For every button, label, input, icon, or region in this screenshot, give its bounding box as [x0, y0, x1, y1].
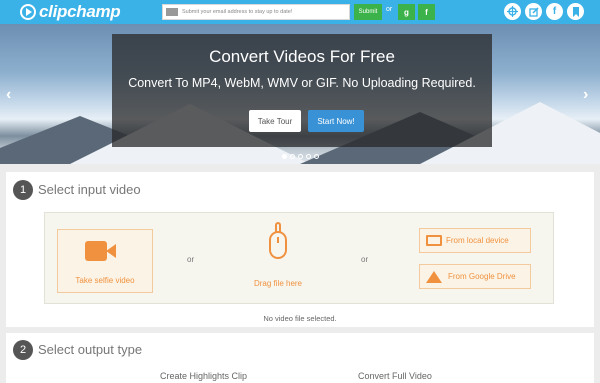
hero-overlay: Convert Videos For Free Convert To MP4, …: [112, 34, 492, 147]
clipchamp-logo[interactable]: clipchamp: [20, 2, 121, 22]
bookmark-icon[interactable]: [567, 3, 584, 20]
highlights-clip-option[interactable]: Create Highlights Clip: [160, 371, 247, 381]
google-signup-button[interactable]: g: [398, 4, 415, 20]
folder-icon: [426, 235, 442, 246]
video-camera-icon: [85, 241, 116, 261]
play-icon: [20, 4, 36, 20]
carousel-dot[interactable]: [306, 154, 311, 159]
carousel-next-icon[interactable]: ›: [583, 86, 588, 104]
file-status: No video file selected.: [263, 314, 337, 323]
selfie-label: Take selfie video: [75, 276, 135, 285]
step-number: 2: [13, 340, 33, 360]
step-title: Select output type: [38, 342, 143, 357]
facebook-icon[interactable]: f: [546, 3, 563, 20]
local-device-button[interactable]: From local device: [419, 228, 531, 253]
mail-icon: [166, 8, 178, 16]
logo-text: clipchamp: [39, 2, 121, 21]
or-label: or: [386, 6, 393, 13]
select-output-panel: 2 Select output type Create Highlights C…: [6, 333, 594, 383]
hero-subtitle: Convert To MP4, WebM, WMV or GIF. No Upl…: [128, 76, 476, 90]
carousel-dot[interactable]: [298, 154, 303, 159]
carousel-prev-icon[interactable]: ‹: [6, 86, 11, 104]
carousel-dot[interactable]: [282, 154, 287, 159]
google-drive-label: From Google Drive: [448, 272, 516, 281]
full-video-option[interactable]: Convert Full Video: [358, 371, 432, 381]
carousel-dot[interactable]: [290, 154, 295, 159]
drag-file-label: Drag file here: [253, 279, 303, 288]
carousel-dot[interactable]: [314, 154, 319, 159]
local-device-label: From local device: [446, 236, 509, 245]
or-label: or: [361, 255, 369, 264]
or-label: or: [187, 255, 195, 264]
select-input-panel: 1 Select input video Take selfie video o…: [6, 172, 594, 327]
carousel-indicators: [282, 154, 319, 159]
facebook-signup-button[interactable]: f: [418, 4, 435, 20]
newsletter-form: [162, 4, 350, 20]
google-drive-icon: [426, 270, 442, 283]
edit-icon[interactable]: [525, 3, 542, 20]
input-dropzone[interactable]: Take selfie video or Drag file here or F…: [44, 212, 554, 304]
take-tour-button[interactable]: Take Tour: [249, 110, 301, 132]
hero-carousel: Convert Videos For Free Convert To MP4, …: [0, 24, 600, 164]
google-drive-button[interactable]: From Google Drive: [419, 264, 531, 289]
step-number: 1: [13, 180, 33, 200]
mouse-icon: [269, 231, 287, 259]
crosshair-icon[interactable]: [504, 3, 521, 20]
email-input[interactable]: [182, 9, 342, 15]
step-title: Select input video: [38, 182, 141, 197]
hero-title: Convert Videos For Free: [209, 47, 395, 66]
top-navbar: clipchamp Submit or g f f: [0, 0, 600, 24]
take-selfie-button[interactable]: Take selfie video: [57, 229, 153, 293]
start-now-button[interactable]: Start Now!: [308, 110, 364, 132]
submit-button[interactable]: Submit: [354, 4, 382, 20]
